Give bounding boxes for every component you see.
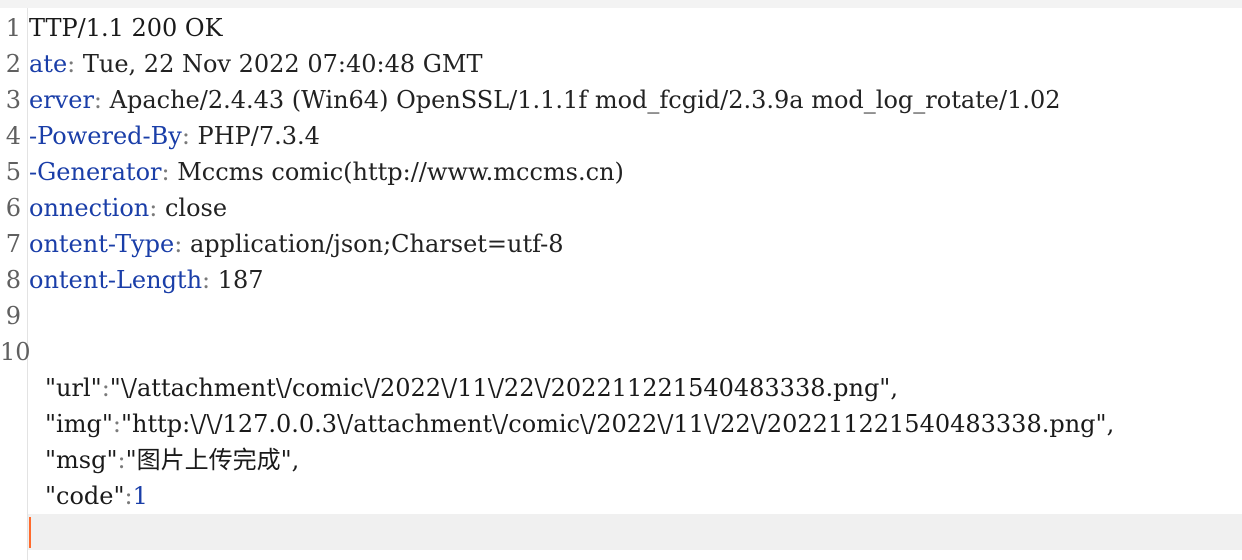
line-number: 6 [5, 194, 21, 222]
header-key: -Generator [29, 158, 162, 186]
line-number: 4 [5, 122, 21, 150]
json-key: "code" [45, 482, 125, 510]
line-number: 9 [5, 302, 21, 330]
line-number: 3 [5, 86, 21, 114]
header-line[interactable]: ontent-Length: 187 [29, 262, 264, 298]
header-value: Tue, 22 Nov 2022 07:40:48 GMT [82, 50, 483, 78]
header-line[interactable]: ate: Tue, 22 Nov 2022 07:40:48 GMT [29, 46, 482, 82]
header-line[interactable]: -Powered-By: PHP/7.3.4 [29, 118, 320, 154]
header-line[interactable]: -Generator: Mccms comic(http://www.mccms… [29, 154, 624, 190]
header-value: Apache/2.4.43 (Win64) OpenSSL/1.1.1f mod… [109, 86, 1061, 114]
line-number: 1 [5, 14, 21, 42]
json-value: "\/attachment\/comic\/2022\/11\/22\/2022… [109, 374, 898, 402]
header-value: Mccms comic(http://www.mccms.cn) [177, 158, 624, 186]
header-key: ate [29, 50, 68, 78]
json-line[interactable]: "img":"http:\/\/127.0.0.3\/attachment\/c… [45, 406, 1114, 442]
json-value: "http:\/\/127.0.0.3\/attachment\/comic\/… [120, 410, 1115, 438]
status-line[interactable]: TTP/1.1 200 OK [29, 10, 223, 46]
header-value: close [164, 194, 228, 222]
current-line-highlight [28, 514, 1242, 550]
line-number: 5 [5, 158, 21, 186]
header-value: application/json;Charset=utf-8 [189, 230, 564, 258]
header-value: PHP/7.3.4 [197, 122, 320, 150]
json-value: "图片上传完成", [125, 446, 300, 474]
line-number: 2 [5, 50, 21, 78]
json-value: 1 [132, 482, 148, 510]
header-line[interactable]: onnection: close [29, 190, 227, 226]
header-line[interactable]: erver: Apache/2.4.43 (Win64) OpenSSL/1.1… [29, 82, 1061, 118]
header-key: onnection [29, 194, 150, 222]
top-bar [0, 0, 1242, 8]
header-key: -Powered-By [29, 122, 182, 150]
json-key: "img" [45, 410, 113, 438]
header-key: erver [29, 86, 94, 114]
header-key: ontent-Length [29, 266, 203, 294]
json-key: "url" [45, 374, 102, 402]
header-key: ontent-Type [29, 230, 175, 258]
json-key: "msg" [45, 446, 118, 474]
json-line[interactable]: "code":1 [45, 478, 148, 514]
header-value: 187 [217, 266, 264, 294]
line-number: 8 [5, 266, 21, 294]
json-line[interactable]: "url":"\/attachment\/comic\/2022\/11\/22… [45, 370, 898, 406]
line-number: 10 [0, 338, 31, 366]
line-number: 7 [5, 230, 21, 258]
text-caret [29, 517, 31, 548]
json-line[interactable]: "msg":"图片上传完成", [45, 442, 299, 478]
gutter-divider [27, 8, 28, 560]
header-line[interactable]: ontent-Type: application/json;Charset=ut… [29, 226, 564, 262]
